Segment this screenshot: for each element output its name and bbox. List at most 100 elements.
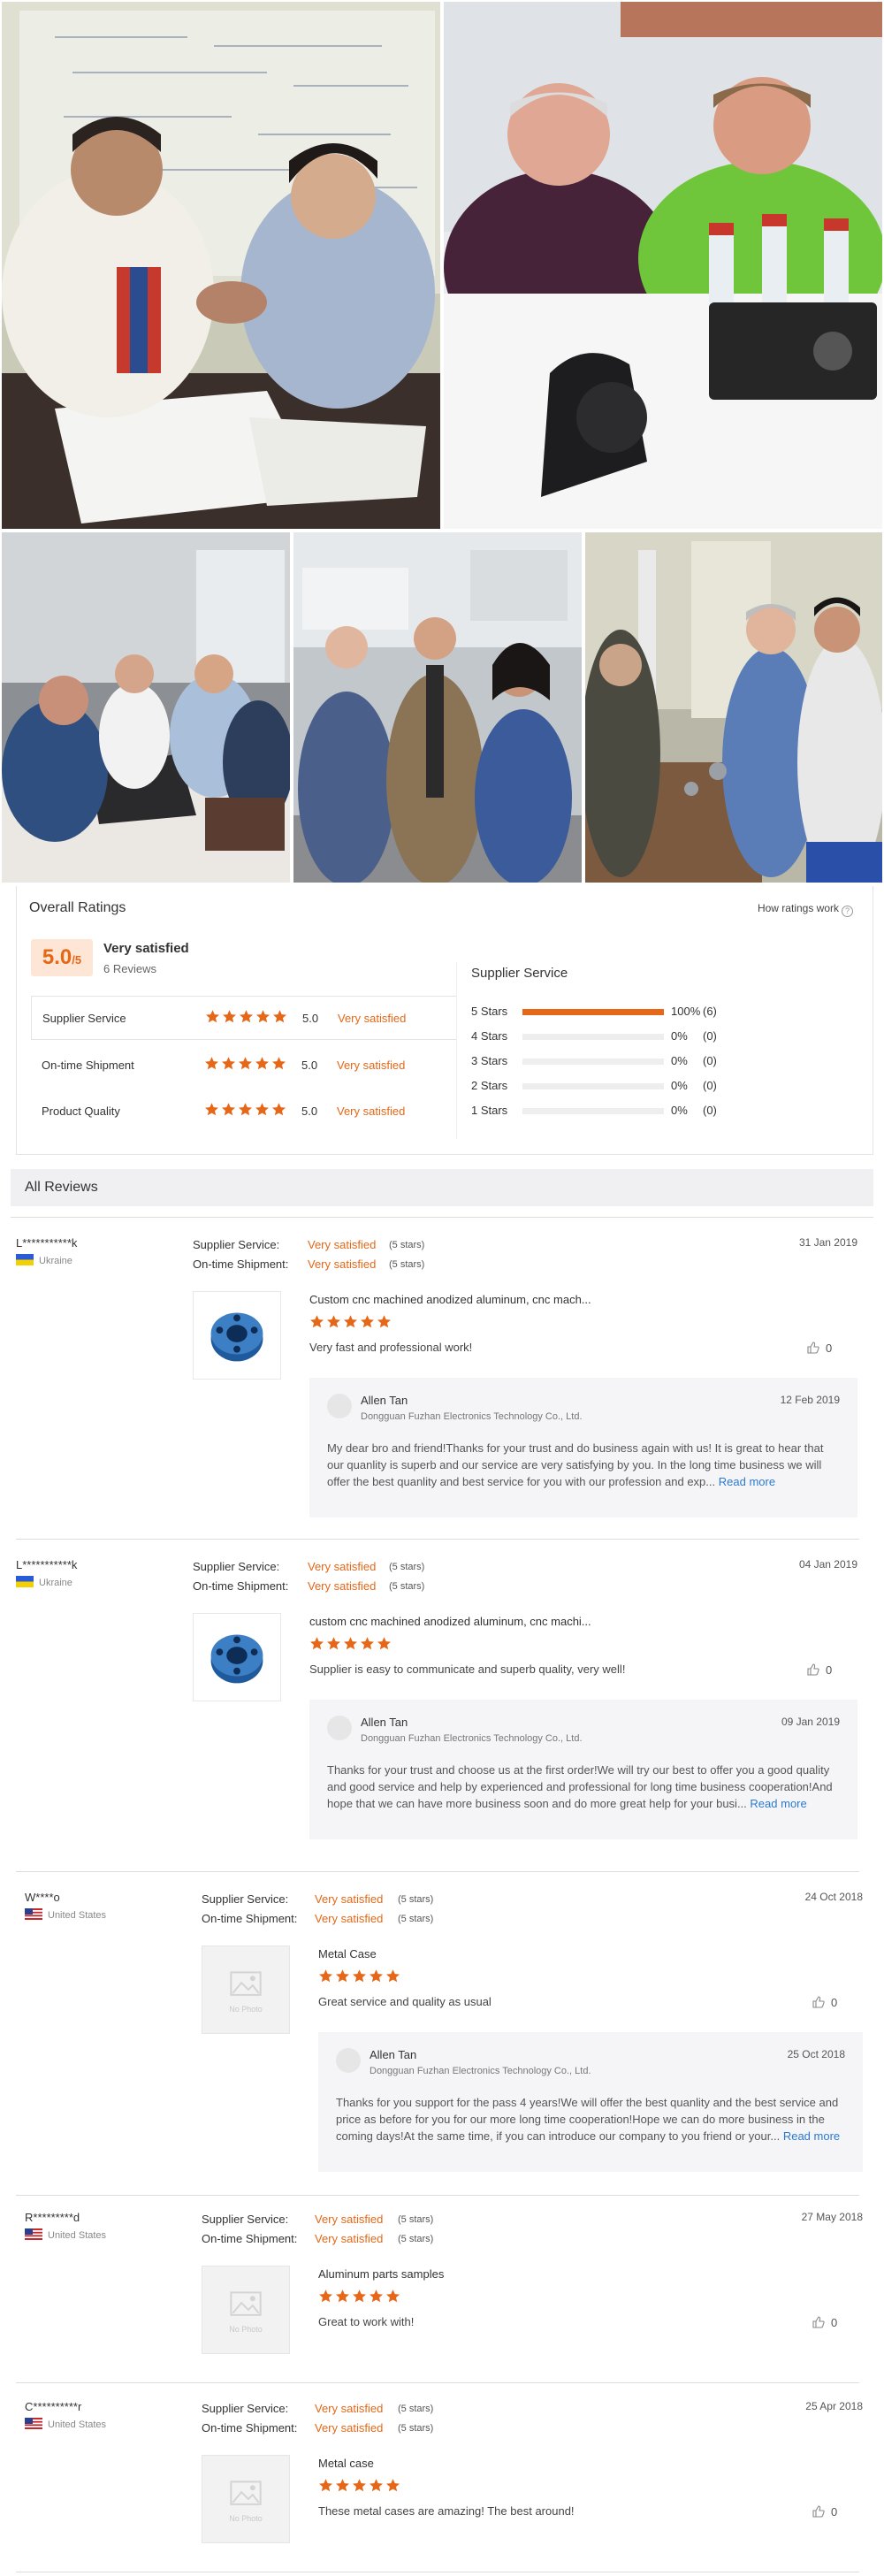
category-label: Product Quality bbox=[42, 1105, 120, 1118]
all-reviews-header: All Reviews bbox=[11, 1169, 873, 1206]
distribution-count: (0) bbox=[703, 1029, 717, 1043]
like-count: 0 bbox=[826, 1663, 833, 1677]
distribution-label: 3 Stars bbox=[471, 1054, 508, 1067]
thumbs-up-icon bbox=[807, 1342, 819, 1354]
supplier-reply: Allen Tan Dongguan Fuzhan Electronics Te… bbox=[309, 1378, 857, 1517]
usa-flag-icon bbox=[25, 2418, 42, 2429]
ontime-shipment-value: Very satisfied bbox=[308, 1257, 377, 1271]
reply-date: 09 Jan 2019 bbox=[781, 1716, 840, 1728]
reviewer-country-label: Ukraine bbox=[39, 1578, 72, 1588]
distribution-row-3: 3 Stars 0% (0) bbox=[471, 1052, 860, 1070]
star-icon bbox=[343, 1636, 358, 1651]
supplier-service-value: Very satisfied bbox=[315, 2402, 384, 2415]
review-item: L***********k Ukraine Supplier Service: … bbox=[0, 1540, 884, 1872]
reply-text: Thanks for you support for the pass 4 ye… bbox=[336, 2096, 839, 2143]
reply-company: Dongguan Fuzhan Electronics Technology C… bbox=[361, 1411, 583, 1422]
supplier-service-stars: (5 stars) bbox=[389, 1562, 425, 1572]
product-thumbnail[interactable] bbox=[193, 1613, 281, 1701]
product-name[interactable]: Metal case bbox=[318, 2457, 374, 2470]
like-button[interactable]: 0 bbox=[806, 1341, 832, 1355]
star-icon bbox=[369, 1968, 384, 1984]
star-icon bbox=[360, 1314, 375, 1329]
question-icon[interactable]: ? bbox=[842, 906, 853, 917]
reply-company: Dongguan Fuzhan Electronics Technology C… bbox=[361, 1733, 583, 1744]
team-photo-factory[interactable] bbox=[293, 532, 582, 883]
distribution-label: 4 Stars bbox=[471, 1029, 508, 1043]
usa-flag-icon bbox=[25, 1908, 42, 1920]
review-divider bbox=[16, 1871, 859, 1872]
overall-score: 5.0 bbox=[42, 945, 72, 969]
review-text: Great to work with! bbox=[318, 2315, 415, 2328]
thumbs-up-icon bbox=[812, 2316, 825, 2328]
star-icon bbox=[318, 1968, 333, 1984]
star-icon bbox=[271, 1102, 286, 1117]
category-value: 5.0 bbox=[302, 1012, 319, 1025]
category-row-supplier-service[interactable]: Supplier Service 5.0 Very satisfied bbox=[31, 996, 457, 1040]
star-icon bbox=[377, 1314, 392, 1329]
reviewer-country-label: Ukraine bbox=[39, 1256, 72, 1266]
category-label: Supplier Service bbox=[42, 1012, 126, 1025]
product-name[interactable]: custom cnc machined anodized aluminum, c… bbox=[309, 1615, 591, 1628]
star-icon bbox=[326, 1314, 341, 1329]
supplier-service-stars: (5 stars) bbox=[398, 2404, 434, 2414]
distribution-bar bbox=[522, 1059, 664, 1065]
star-icon bbox=[369, 2289, 384, 2304]
ontime-shipment-label: On-time Shipment: bbox=[193, 1257, 289, 1271]
how-ratings-work-link[interactable]: How ratings work? bbox=[758, 902, 853, 917]
like-count: 0 bbox=[831, 2505, 838, 2519]
how-ratings-label[interactable]: How ratings work bbox=[758, 902, 839, 914]
distribution-percent: 0% bbox=[671, 1054, 688, 1067]
team-photo-laptop[interactable] bbox=[2, 532, 290, 883]
review-divider bbox=[16, 1539, 859, 1540]
supplier-reply: Allen Tan Dongguan Fuzhan Electronics Te… bbox=[309, 1700, 857, 1839]
product-thumbnail-placeholder[interactable]: No Photo bbox=[202, 2266, 290, 2354]
inspection-photo-workshop[interactable] bbox=[585, 532, 882, 883]
like-button[interactable]: 0 bbox=[812, 1995, 837, 2009]
distribution-label: 5 Stars bbox=[471, 1005, 508, 1018]
product-name[interactable]: Custom cnc machined anodized aluminum, c… bbox=[309, 1293, 591, 1306]
read-more-link[interactable]: Read more bbox=[783, 2129, 840, 2143]
like-count: 0 bbox=[831, 1996, 838, 2009]
review-item: R*********d United States Supplier Servi… bbox=[0, 2193, 884, 2384]
reviewer-country: United States bbox=[25, 2228, 106, 2241]
review-stars bbox=[318, 2478, 402, 2496]
product-name[interactable]: Metal Case bbox=[318, 1947, 377, 1961]
star-icon bbox=[255, 1102, 270, 1117]
review-item: L***********k Ukraine Supplier Service: … bbox=[0, 1219, 884, 1540]
meeting-photo-projector[interactable] bbox=[444, 2, 882, 529]
supplier-service-label: Supplier Service: bbox=[193, 1238, 280, 1251]
category-desc: Very satisfied bbox=[337, 1105, 406, 1118]
category-row-product-quality[interactable]: Product Quality 5.0 Very satisfied bbox=[31, 1089, 457, 1134]
review-item: W****o United States Supplier Service: V… bbox=[0, 1873, 884, 2196]
like-button[interactable]: 0 bbox=[812, 2504, 837, 2519]
review-text: Very fast and professional work! bbox=[309, 1341, 473, 1354]
read-more-link[interactable]: Read more bbox=[719, 1475, 775, 1488]
reviewer-name: W****o bbox=[25, 1891, 60, 1904]
star-icon bbox=[204, 1056, 219, 1071]
review-date: 24 Oct 2018 bbox=[804, 1891, 863, 1903]
image-placeholder-icon bbox=[202, 2266, 289, 2353]
like-button[interactable]: 0 bbox=[806, 1663, 832, 1677]
distribution-row-4: 4 Stars 0% (0) bbox=[471, 1028, 860, 1045]
category-desc: Very satisfied bbox=[337, 1059, 406, 1072]
avatar bbox=[327, 1394, 352, 1418]
product-name[interactable]: Aluminum parts samples bbox=[318, 2267, 444, 2281]
overall-satisfaction: Very satisfied bbox=[103, 941, 189, 956]
like-button[interactable]: 0 bbox=[812, 2315, 837, 2329]
star-icon bbox=[205, 1009, 220, 1024]
review-count: 6 Reviews bbox=[103, 962, 156, 975]
read-more-link[interactable]: Read more bbox=[750, 1797, 806, 1810]
product-thumbnail-placeholder[interactable]: No Photo bbox=[202, 1945, 290, 2034]
reviewer-country-label: United States bbox=[48, 1910, 107, 1921]
star-icon bbox=[385, 2478, 400, 2493]
category-row-ontime-shipment[interactable]: On-time Shipment 5.0 Very satisfied bbox=[31, 1043, 457, 1088]
star-icon bbox=[343, 1314, 358, 1329]
distribution-count: (6) bbox=[703, 1005, 717, 1018]
product-thumbnail[interactable] bbox=[193, 1291, 281, 1380]
star-icon bbox=[221, 1102, 236, 1117]
meeting-photo-whiteboard[interactable] bbox=[2, 2, 440, 529]
star-icon bbox=[204, 1102, 219, 1117]
product-thumbnail-placeholder[interactable]: No Photo bbox=[202, 2455, 290, 2543]
review-date: 25 Apr 2018 bbox=[805, 2400, 863, 2412]
reviewer-name: R*********d bbox=[25, 2211, 80, 2224]
